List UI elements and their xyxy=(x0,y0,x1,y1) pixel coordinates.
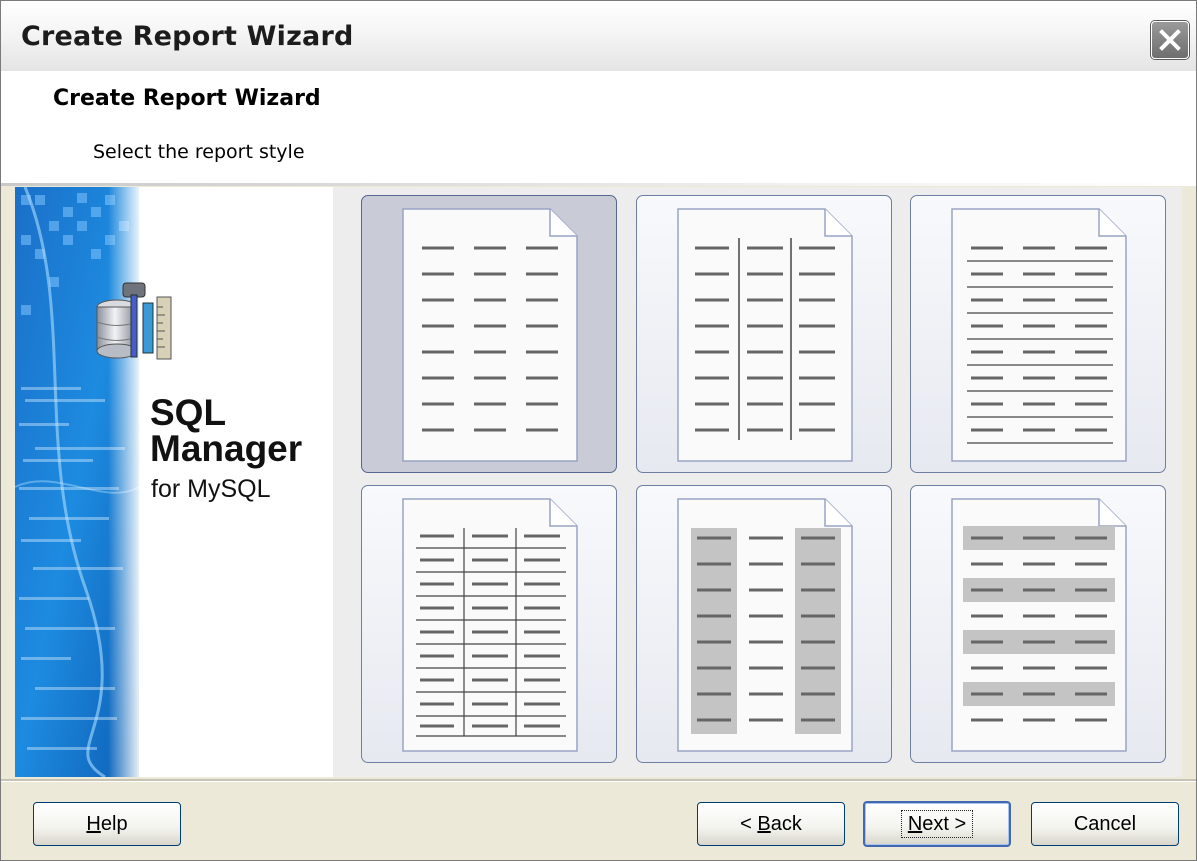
brand-name-line1: SQL xyxy=(150,392,227,433)
next-focus-rect: Next > xyxy=(900,810,974,838)
report-style-full-grid[interactable] xyxy=(361,485,617,763)
back-button[interactable]: < Back xyxy=(697,802,845,846)
title-bar[interactable]: Create Report Wizard xyxy=(1,1,1196,72)
close-button[interactable] xyxy=(1151,21,1189,59)
horizontal-lines-style-icon xyxy=(951,208,1127,462)
help-button[interactable]: Help xyxy=(33,802,181,846)
footer-divider xyxy=(1,779,1196,782)
back-hotkey: B xyxy=(757,813,771,835)
shaded-columns-style-icon xyxy=(677,498,853,752)
next-button[interactable]: Next > xyxy=(863,801,1011,847)
cancel-button[interactable]: Cancel xyxy=(1031,802,1179,846)
brand-name-line2: Manager xyxy=(150,428,303,469)
report-style-shaded-rows[interactable] xyxy=(910,485,1166,763)
back-arrow: < xyxy=(740,813,758,835)
shaded-rows-style-icon xyxy=(951,498,1127,752)
back-label-rest: ack xyxy=(770,813,802,835)
help-label-rest: elp xyxy=(100,813,128,835)
next-hotkey: N xyxy=(907,813,923,835)
sql-manager-logo-icon xyxy=(96,282,172,360)
plain-columns-style-icon xyxy=(402,208,578,462)
close-icon xyxy=(1159,29,1181,51)
create-report-wizard-window: Create Report Wizard Create Report Wizar… xyxy=(0,0,1197,861)
full-grid-style-icon xyxy=(402,498,578,752)
next-label-rest: ext > xyxy=(922,813,967,835)
report-style-plain-columns[interactable] xyxy=(361,195,617,473)
report-style-shaded-columns[interactable] xyxy=(636,485,892,763)
banner-graphic xyxy=(15,187,139,777)
window-title: Create Report Wizard xyxy=(21,21,354,52)
wizard-step-subtitle: Select the report style xyxy=(93,141,305,163)
brand-name-line3: for MySQL xyxy=(151,475,271,503)
help-hotkey: H xyxy=(86,813,101,835)
wizard-step-title: Create Report Wizard xyxy=(53,86,321,111)
report-style-vertical-lines[interactable] xyxy=(636,195,892,473)
wizard-banner: SQL Manager for MySQL xyxy=(15,187,333,777)
vertical-lines-style-icon xyxy=(677,208,853,462)
header-divider xyxy=(1,183,1196,186)
wizard-header: Create Report Wizard Select the report s… xyxy=(1,71,1196,183)
report-style-grid xyxy=(333,187,1182,777)
cancel-label: Cancel xyxy=(1073,813,1137,835)
report-style-horizontal-lines[interactable] xyxy=(910,195,1166,473)
